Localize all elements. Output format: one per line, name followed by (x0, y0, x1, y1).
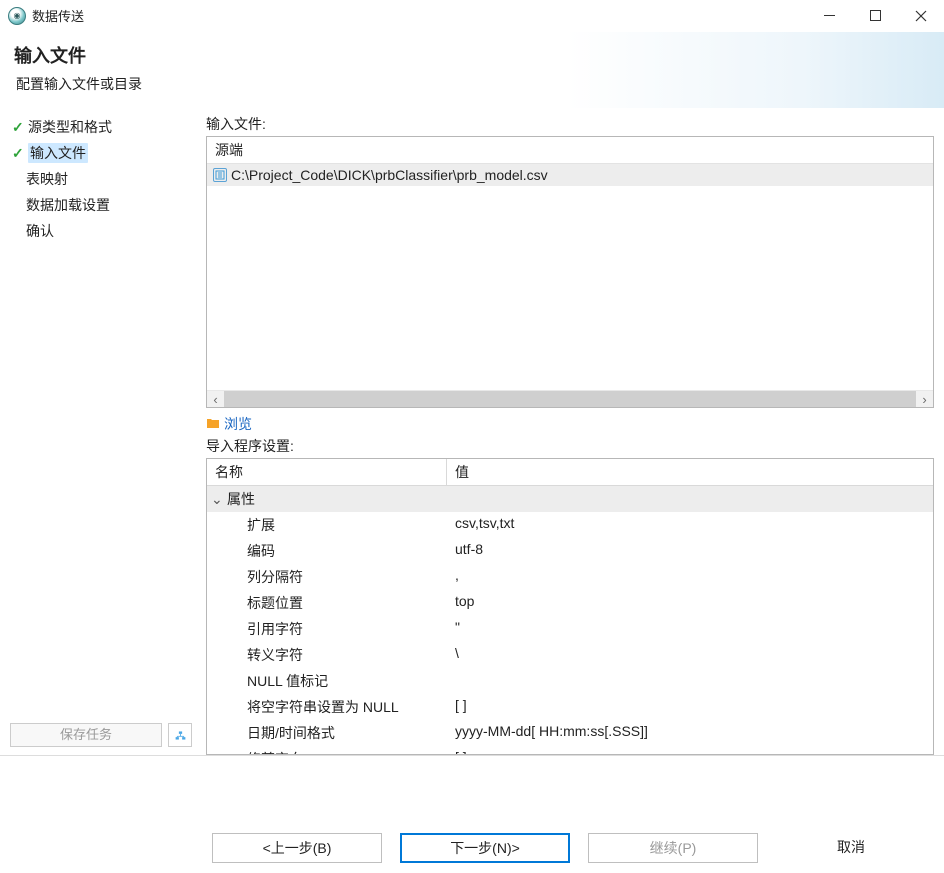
settings-group-row[interactable]: ⌄ 属性 (207, 486, 933, 512)
scroll-left-icon[interactable]: ‹ (207, 391, 224, 407)
settings-name: 修剪空白 (207, 746, 447, 755)
file-row[interactable]: C:\Project_Code\DICK\prbClassifier\prb_m… (207, 164, 933, 186)
page-subtitle: 配置输入文件或目录 (16, 74, 930, 94)
settings-row-empty-as-null[interactable]: 将空字符串设置为 NULL [ ] (207, 694, 933, 720)
page-title: 输入文件 (14, 42, 930, 68)
connection-icon-button[interactable] (168, 723, 192, 747)
sidebar-footer: 保存任务 (10, 723, 192, 747)
maximize-button[interactable] (852, 0, 898, 32)
chevron-down-icon: ⌄ (211, 491, 227, 508)
settings-value: csv,tsv,txt (447, 512, 933, 538)
wizard-sidebar: ✓ 源类型和格式 ✓ 输入文件 表映射 数据加载设置 确认 保存任务 (0, 108, 202, 755)
footer-buttons: <上一步(B) 下一步(N)> 继续(P) 取消 (0, 833, 944, 873)
settings-row-header-position[interactable]: 标题位置 top (207, 590, 933, 616)
check-icon: ✓ (12, 119, 28, 136)
settings-name: 转义字符 (207, 642, 447, 668)
filelist-body[interactable]: C:\Project_Code\DICK\prbClassifier\prb_m… (207, 164, 933, 390)
close-button[interactable] (898, 0, 944, 32)
settings-name: 扩展 (207, 512, 447, 538)
settings-name: 将空字符串设置为 NULL (207, 694, 447, 720)
settings-row-datetime-format[interactable]: 日期/时间格式 yyyy-MM-dd[ HH:mm:ss[.SSS]] (207, 720, 933, 746)
step-label: 表映射 (26, 169, 68, 189)
titlebar: ◉ 数据传送 (0, 0, 944, 32)
wizard-steps: ✓ 源类型和格式 ✓ 输入文件 表映射 数据加载设置 确认 (10, 116, 192, 723)
step-label: 输入文件 (28, 143, 88, 163)
settings-name: 编码 (207, 538, 447, 564)
settings-row-extension[interactable]: 扩展 csv,tsv,txt (207, 512, 933, 538)
csv-file-icon (213, 168, 227, 182)
main-body: ✓ 源类型和格式 ✓ 输入文件 表映射 数据加载设置 确认 保存任务 (0, 108, 944, 756)
window-controls (806, 0, 944, 32)
settings-row-column-delimiter[interactable]: 列分隔符 , (207, 564, 933, 590)
settings-row-escape-char[interactable]: 转义字符 \ (207, 642, 933, 668)
settings-name: 引用字符 (207, 616, 447, 642)
settings-value: yyyy-MM-dd[ HH:mm:ss[.SSS]] (447, 720, 933, 746)
step-source-type[interactable]: ✓ 源类型和格式 (10, 116, 192, 138)
settings-name: 日期/时间格式 (207, 720, 447, 746)
back-button[interactable]: <上一步(B) (212, 833, 382, 863)
horizontal-scrollbar[interactable]: ‹ › (207, 390, 933, 407)
cancel-button[interactable]: 取消 (776, 833, 926, 863)
importer-settings-table: 名称 值 ⌄ 属性 扩展 csv,tsv,txt 编码 utf-8 列分隔符 ,… (206, 458, 934, 755)
settings-name: 标题位置 (207, 590, 447, 616)
input-files-label: 输入文件: (206, 114, 934, 134)
scroll-right-icon[interactable]: › (916, 391, 933, 407)
save-task-button[interactable]: 保存任务 (10, 723, 162, 747)
settings-name-header: 名称 (207, 459, 447, 485)
browse-row: 浏览 (206, 414, 934, 434)
settings-value: [ ] (447, 694, 933, 720)
settings-value: top (447, 590, 933, 616)
step-table-mapping[interactable]: 表映射 (10, 168, 192, 190)
step-label: 源类型和格式 (28, 117, 112, 137)
step-input-file[interactable]: ✓ 输入文件 (10, 142, 192, 164)
window-title: 数据传送 (32, 6, 84, 25)
settings-name: NULL 值标记 (207, 668, 447, 694)
header: 输入文件 配置输入文件或目录 (0, 32, 944, 108)
folder-icon (206, 417, 220, 432)
check-icon: ✓ (12, 145, 28, 162)
settings-value: utf-8 (447, 538, 933, 564)
settings-table-header: 名称 值 (207, 459, 933, 486)
settings-value: [ ] (447, 746, 933, 755)
continue-button: 继续(P) (588, 833, 758, 863)
settings-value (447, 668, 933, 694)
settings-row-null-marker[interactable]: NULL 值标记 (207, 668, 933, 694)
settings-row-quote-char[interactable]: 引用字符 " (207, 616, 933, 642)
settings-row-encoding[interactable]: 编码 utf-8 (207, 538, 933, 564)
minimize-button[interactable] (806, 0, 852, 32)
step-label: 确认 (26, 221, 54, 241)
filelist-column-header: 源端 (207, 137, 933, 164)
input-file-list: 源端 C:\Project_Code\DICK\prbClassifier\pr… (206, 136, 934, 408)
browse-link[interactable]: 浏览 (224, 414, 252, 434)
settings-group-label: 属性 (227, 489, 255, 509)
settings-name: 列分隔符 (207, 564, 447, 590)
settings-value: " (447, 616, 933, 642)
app-icon: ◉ (8, 7, 26, 25)
content-panel: 输入文件: 源端 C:\Project_Code\DICK\prbClassif… (202, 108, 944, 755)
settings-row-trim-whitespace[interactable]: 修剪空白 [ ] (207, 746, 933, 755)
file-path: C:\Project_Code\DICK\prbClassifier\prb_m… (231, 167, 548, 183)
step-data-load-settings[interactable]: 数据加载设置 (10, 194, 192, 216)
importer-settings-label: 导入程序设置: (206, 436, 934, 456)
settings-value: , (447, 564, 933, 590)
step-confirm[interactable]: 确认 (10, 220, 192, 242)
settings-value: \ (447, 642, 933, 668)
scroll-track[interactable] (224, 391, 916, 407)
step-label: 数据加载设置 (26, 195, 110, 215)
settings-value-header: 值 (447, 459, 933, 485)
next-button[interactable]: 下一步(N)> (400, 833, 570, 863)
